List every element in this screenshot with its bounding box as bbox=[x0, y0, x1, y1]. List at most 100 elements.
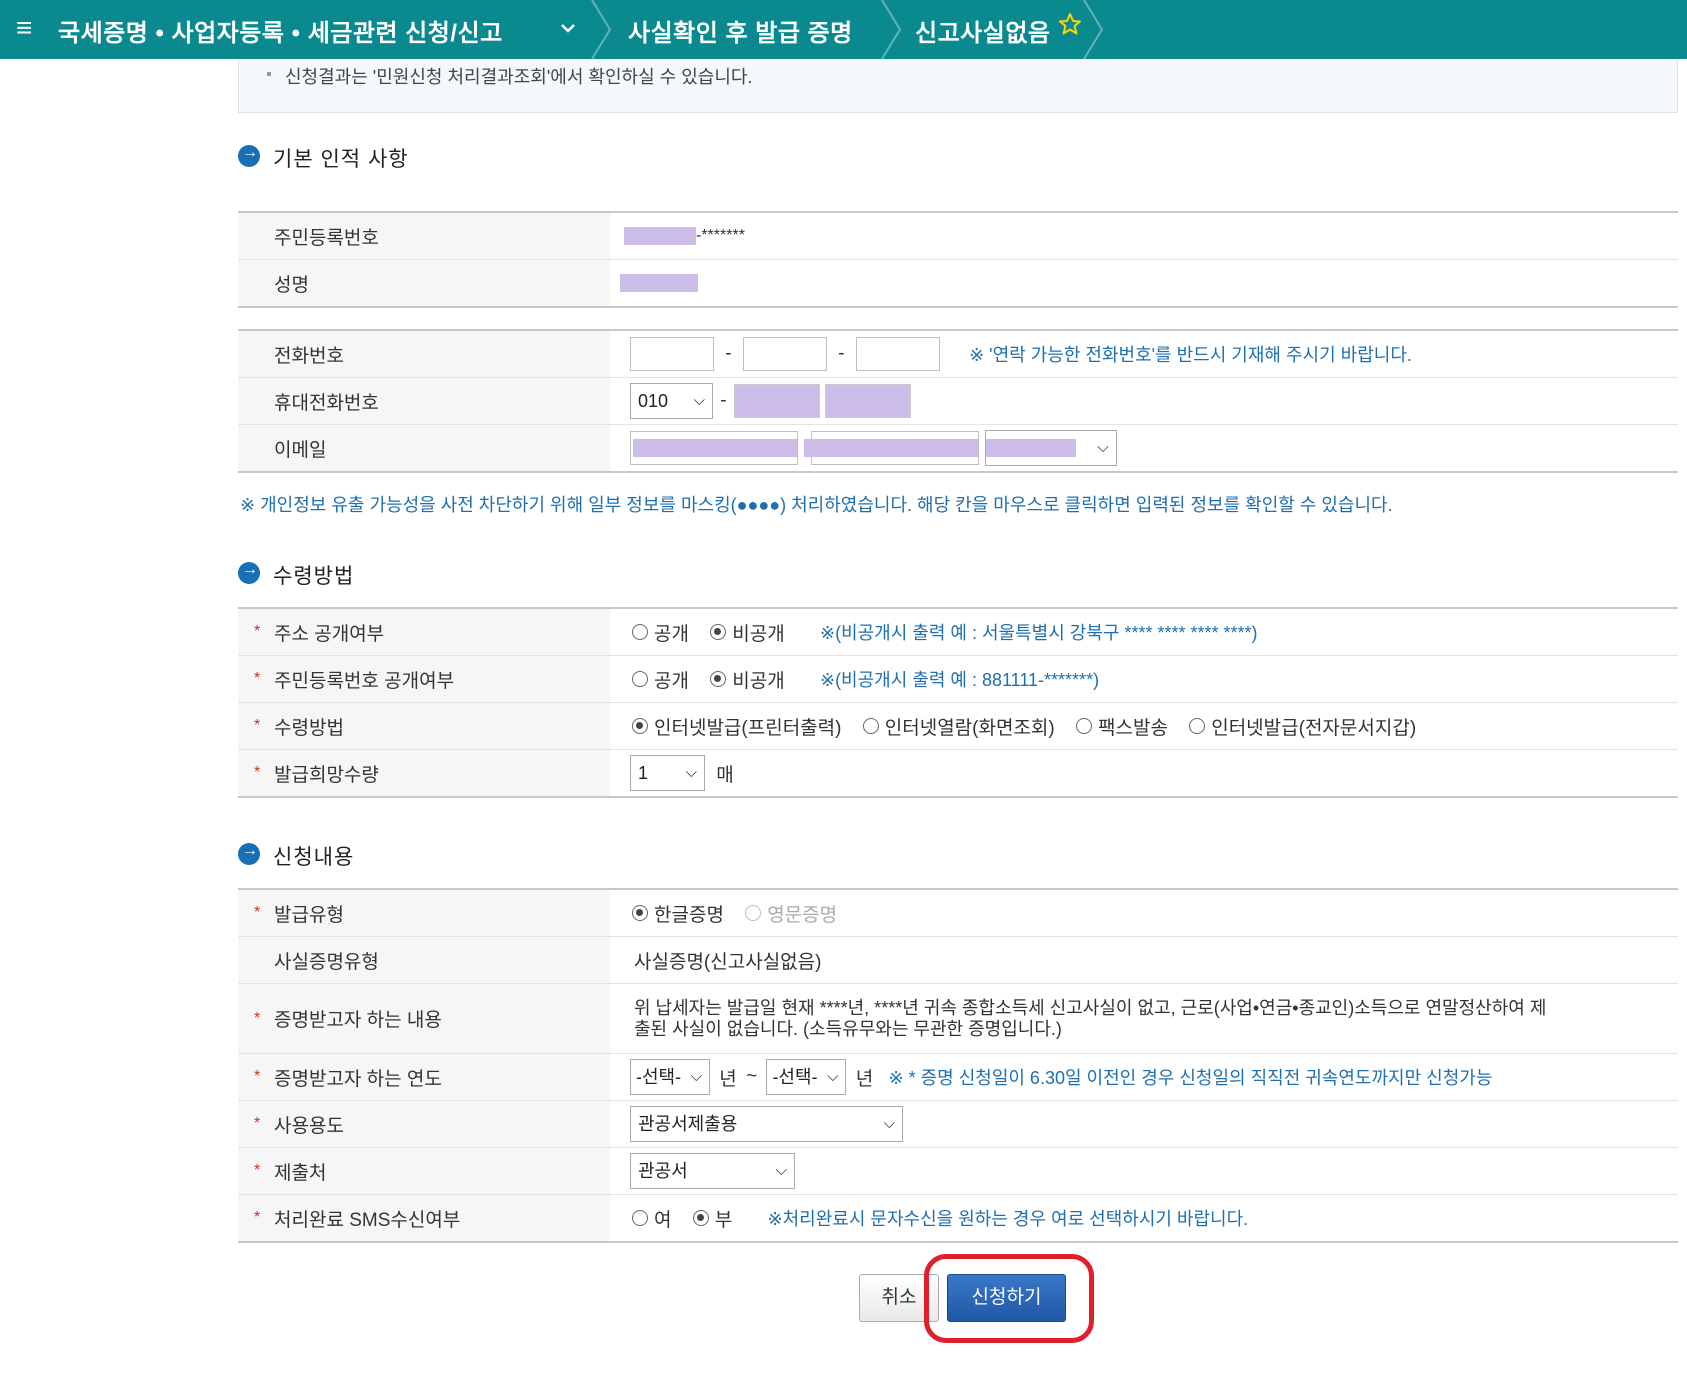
email-domain-input[interactable] bbox=[804, 431, 980, 465]
breadcrumb-subcategory[interactable]: 사실확인 후 발급 증명 bbox=[628, 13, 853, 48]
arrow-circle-icon bbox=[238, 561, 260, 584]
radio-sms-yes[interactable] bbox=[632, 1210, 648, 1226]
dash: - bbox=[725, 343, 732, 364]
radio-address-private[interactable] bbox=[710, 624, 727, 640]
phone-field: - - ※ '연락 가능한 전화번호'를 반드시 기재해 주시기 바랍니다. bbox=[610, 329, 1678, 378]
chevron-down-icon[interactable] bbox=[560, 18, 576, 43]
field-label: * 수령방법 bbox=[238, 702, 610, 750]
table-row: 성명 bbox=[238, 259, 1678, 308]
table-row: 전화번호 - - ※ '연락 가능한 전화번호'를 반드시 기재해 주시기 바랍… bbox=[238, 329, 1678, 378]
arrow-circle-icon bbox=[238, 144, 260, 167]
radio-rrn-private[interactable] bbox=[710, 671, 727, 687]
radio-label: 팩스발송 bbox=[1098, 717, 1168, 739]
quantity-select[interactable]: 1 ⌵ bbox=[630, 755, 705, 791]
quantity-unit: 매 bbox=[716, 764, 734, 786]
field-label: * 증명받고자 하는 연도 bbox=[238, 1053, 610, 1101]
radio-rrn-public[interactable] bbox=[632, 671, 648, 687]
radio-label: 공개 bbox=[654, 623, 689, 645]
mobile-part2-input[interactable] bbox=[733, 384, 820, 418]
year-unit: 년 bbox=[855, 1068, 874, 1090]
required-mark-icon: * bbox=[254, 1115, 261, 1132]
required-mark-icon: * bbox=[254, 1010, 261, 1027]
field-label: * 처리완료 SMS수신여부 bbox=[238, 1194, 610, 1243]
top-nav-bar: ≡ 국세증명 • 사업자등록 • 세금관련 신청/신고 사실확인 후 발급 증명… bbox=[0, 0, 1687, 59]
table-row: * 주소 공개여부 공개 비공개 ※(비공개시 출력 예 : 서울특별시 강북구 … bbox=[238, 607, 1678, 656]
phone-part2-input[interactable] bbox=[742, 337, 827, 371]
email-domain-select[interactable]: ⌵ bbox=[984, 430, 1117, 466]
rrn-disclosure-field: 공개 비공개 ※(비공개시 출력 예 : 881111-*******) bbox=[610, 655, 1678, 703]
year-from-select[interactable]: -선택- ⌵ bbox=[630, 1059, 710, 1095]
name-value bbox=[610, 259, 1678, 308]
submit-to-field: 관공서 ⌵ bbox=[610, 1147, 1678, 1195]
section-title: 신청내용 bbox=[273, 846, 355, 869]
required-mark-icon: * bbox=[254, 764, 261, 781]
rrn-suffix: -******* bbox=[696, 226, 745, 244]
breadcrumb-separator bbox=[881, 0, 902, 59]
table-row: * 수령방법 인터넷발급(프린터출력) 인터넷열람(화면조회) 팩스발송 인터넷발… bbox=[238, 702, 1678, 750]
mobile-part3-input[interactable] bbox=[825, 384, 912, 418]
year-field: -선택- ⌵ 년 ~ -선택- ⌵ 년 ※ * 증명 신청일이 6.30일 이전인 … bbox=[610, 1053, 1678, 1101]
email-id-input[interactable] bbox=[630, 431, 798, 465]
breadcrumb-category[interactable]: 국세증명 • 사업자등록 • 세금관련 신청/신고 bbox=[58, 13, 503, 48]
field-label: * 발급희망수량 bbox=[238, 749, 610, 798]
table-row: * 증명받고자 하는 내용 위 납세자는 발급일 현재 ****년, ****년 … bbox=[238, 983, 1678, 1054]
dash: - bbox=[720, 390, 727, 411]
submit-to-select[interactable]: 관공서 ⌵ bbox=[630, 1153, 795, 1189]
field-label: 전화번호 bbox=[238, 329, 610, 378]
bullet-icon bbox=[267, 72, 271, 76]
mobile-field: 010 ⌵ - bbox=[610, 377, 1678, 425]
field-label: * 제출처 bbox=[238, 1147, 610, 1195]
table-row: * 주민등록번호 공개여부 공개 비공개 ※(비공개시 출력 예 : 881111… bbox=[238, 655, 1678, 703]
table-row: 이메일 ⌵ bbox=[238, 424, 1678, 473]
radio-label: 여 bbox=[654, 1209, 672, 1231]
star-outline-icon[interactable] bbox=[1058, 12, 1082, 41]
receive-table: * 주소 공개여부 공개 비공개 ※(비공개시 출력 예 : 서울특별시 강북구 … bbox=[238, 607, 1678, 798]
table-row: * 처리완료 SMS수신여부 여 부 ※처리완료시 문자수신을 원하는 경우 여로… bbox=[238, 1194, 1678, 1243]
radio-sms-no[interactable] bbox=[692, 1210, 709, 1226]
rrn-hint: ※(비공개시 출력 예 : 881111-*******) bbox=[819, 670, 1100, 690]
radio-internet-view[interactable] bbox=[862, 718, 879, 734]
basic-info-table: 주민등록번호 -******* 성명 bbox=[238, 211, 1678, 308]
masked-value bbox=[624, 226, 696, 245]
breadcrumb-separator bbox=[591, 0, 612, 59]
table-row: 휴대전화번호 010 ⌵ - bbox=[238, 377, 1678, 425]
address-disclosure-field: 공개 비공개 ※(비공개시 출력 예 : 서울특별시 강북구 **** ****… bbox=[610, 607, 1678, 656]
radio-english[interactable] bbox=[745, 905, 762, 921]
issue-type-field: 한글증명 영문증명 bbox=[610, 888, 1678, 937]
radio-fax[interactable] bbox=[1076, 718, 1093, 734]
sms-field: 여 부 ※처리완료시 문자수신을 원하는 경우 여로 선택하시기 바랍니다. bbox=[610, 1194, 1678, 1243]
required-mark-icon: * bbox=[254, 717, 261, 734]
certificate-content: 위 납세자는 발급일 현재 ****년, ****년 귀속 종합소득세 신고사실… bbox=[610, 983, 1678, 1054]
email-field: ⌵ bbox=[610, 424, 1678, 473]
radio-label: 비공개 bbox=[732, 670, 785, 692]
usage-select[interactable]: 관공서제출용 ⌵ bbox=[630, 1106, 903, 1142]
radio-label: 비공개 bbox=[732, 623, 785, 645]
field-label: * 발급유형 bbox=[238, 888, 610, 937]
notice-box: 신청결과는 '민원신청 처리결과조회'에서 확인하실 수 있습니다. bbox=[238, 59, 1678, 113]
radio-korean[interactable] bbox=[632, 905, 648, 921]
masking-notice: ※ 개인정보 유출 가능성을 사전 차단하기 위해 일부 정보를 마스킹(●●●… bbox=[240, 495, 1393, 515]
field-label: * 사용용도 bbox=[238, 1100, 610, 1148]
mobile-prefix-select[interactable]: 010 ⌵ bbox=[630, 383, 713, 419]
section-title: 수령방법 bbox=[273, 565, 355, 588]
required-mark-icon: * bbox=[254, 904, 261, 921]
radio-address-public[interactable] bbox=[632, 624, 648, 640]
dash: - bbox=[838, 343, 845, 364]
tilde: ~ bbox=[746, 1066, 758, 1087]
radio-internet-print[interactable] bbox=[632, 718, 648, 734]
year-unit: 년 bbox=[719, 1068, 737, 1090]
phone-part1-input[interactable] bbox=[630, 337, 714, 371]
field-label: * 증명받고자 하는 내용 bbox=[238, 983, 610, 1054]
radio-label: 인터넷열람(화면조회) bbox=[884, 717, 1055, 739]
required-mark-icon: * bbox=[254, 670, 261, 687]
radio-internet-wallet[interactable] bbox=[1189, 718, 1206, 734]
radio-label: 인터넷발급(전자문서지갑) bbox=[1211, 717, 1417, 739]
contact-table: 전화번호 - - ※ '연락 가능한 전화번호'를 반드시 기재해 주시기 바랍… bbox=[238, 329, 1678, 473]
notice-text: 신청결과는 '민원신청 처리결과조회'에서 확인하실 수 있습니다. bbox=[285, 67, 753, 87]
phone-part3-input[interactable] bbox=[855, 337, 940, 371]
year-to-select[interactable]: -선택- ⌵ bbox=[766, 1059, 847, 1095]
radio-label: 영문증명 bbox=[767, 904, 838, 926]
hamburger-icon[interactable]: ≡ bbox=[16, 12, 32, 44]
receive-method-field: 인터넷발급(프린터출력) 인터넷열람(화면조회) 팩스발송 인터넷발급(전자문서… bbox=[610, 702, 1678, 750]
breadcrumb-separator bbox=[1083, 0, 1104, 59]
